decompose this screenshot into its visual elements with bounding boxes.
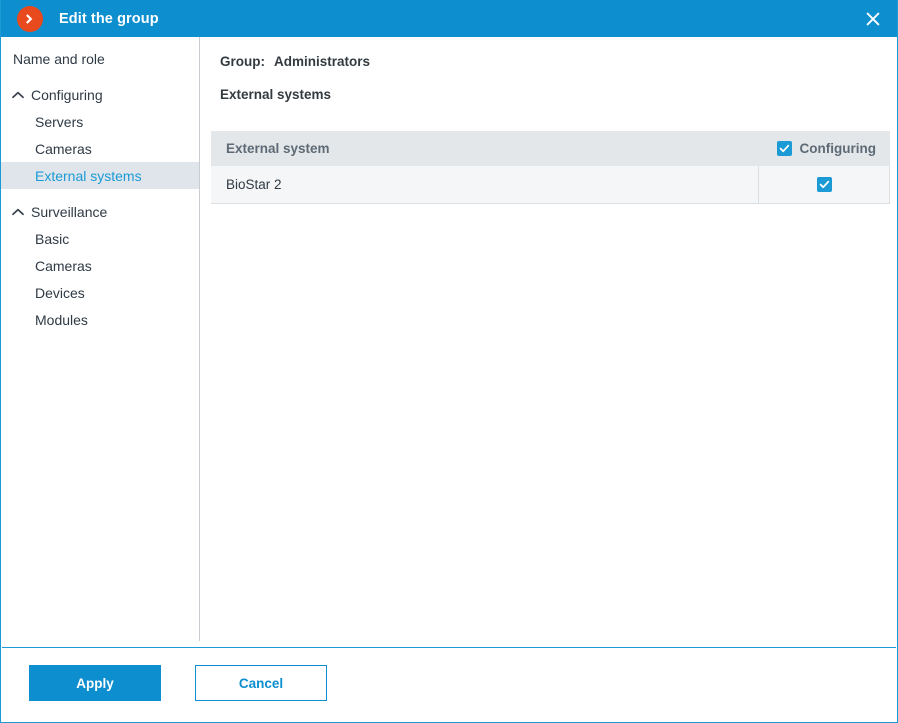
sidebar-item-devices[interactable]: Devices (1, 279, 199, 306)
sidebar: Name and role Configuring Servers Camera… (1, 37, 200, 641)
sidebar-item-name-and-role[interactable]: Name and role (1, 45, 199, 72)
edit-group-dialog: Edit the group Name and role Configuring… (0, 0, 898, 723)
sidebar-item-label: Modules (35, 311, 88, 328)
footer: Apply Cancel (1, 648, 897, 721)
row-configuring-checkbox[interactable] (816, 177, 832, 192)
page-title: External systems (220, 87, 332, 102)
column-header-configuring-label: Configuring (799, 141, 876, 156)
column-header-external-system: External system (226, 141, 330, 156)
configuring-select-all-checkbox[interactable] (776, 141, 792, 156)
sidebar-item-cameras-configuring[interactable]: Cameras (1, 135, 199, 162)
external-system-name: BioStar 2 (211, 166, 759, 203)
sidebar-item-external-systems[interactable]: External systems (1, 162, 199, 189)
group-name: Administrators (274, 54, 371, 69)
sidebar-item-label: Cameras (35, 140, 92, 157)
sidebar-item-label: Devices (35, 284, 85, 301)
column-header-configuring: Configuring (746, 141, 890, 156)
sidebar-item-label: Basic (35, 230, 70, 247)
sidebar-item-modules[interactable]: Modules (1, 306, 199, 333)
sidebar-item-surveillance[interactable]: Surveillance (1, 198, 199, 225)
apply-button[interactable]: Apply (29, 665, 161, 701)
row-configuring-cell (759, 166, 890, 203)
sidebar-item-label: Configuring (31, 86, 103, 103)
window-title: Edit the group (59, 10, 159, 27)
close-icon[interactable] (847, 0, 897, 37)
chevron-right-circle-icon (17, 5, 43, 32)
table-header-row: External system Configuring (211, 131, 890, 166)
sidebar-item-servers[interactable]: Servers (1, 108, 199, 135)
title-bar: Edit the group (1, 0, 897, 37)
sidebar-item-label: Servers (35, 113, 84, 130)
chevron-up-icon[interactable] (9, 91, 27, 99)
sidebar-item-basic[interactable]: Basic (1, 225, 199, 252)
sidebar-item-cameras-surveillance[interactable]: Cameras (1, 252, 199, 279)
group-label: Group: (220, 54, 265, 69)
sidebar-item-configuring[interactable]: Configuring (1, 81, 199, 108)
external-systems-table: External system Configuring BioStar 2 (211, 131, 890, 204)
sidebar-item-label: External systems (35, 167, 142, 184)
sidebar-item-label: Cameras (35, 257, 92, 274)
chevron-up-icon[interactable] (9, 208, 27, 216)
group-info: Group: Administrators (220, 54, 370, 69)
sidebar-item-label: Surveillance (31, 203, 108, 220)
sidebar-item-label: Name and role (13, 50, 105, 67)
table-row[interactable]: BioStar 2 (211, 166, 890, 204)
cancel-button[interactable]: Cancel (195, 665, 327, 701)
main-content: Group: Administrators External systems E… (200, 37, 897, 648)
